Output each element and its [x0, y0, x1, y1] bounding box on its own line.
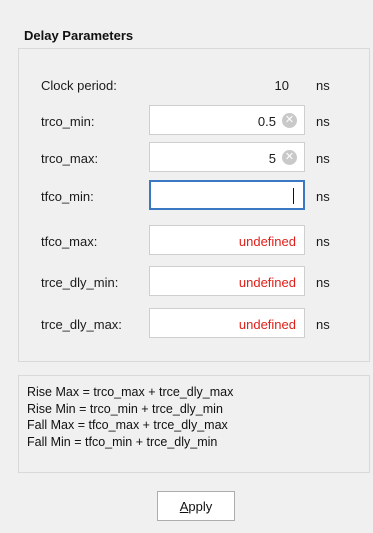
clock-period-unit: ns: [316, 78, 330, 93]
trco-min-unit: ns: [316, 114, 330, 129]
formula-rise-max: Rise Max = trco_max + trce_dly_max: [27, 385, 234, 399]
trco-min-label: trco_min:: [41, 114, 95, 129]
formula-fall-min: Fall Min = tfco_min + trce_dly_min: [27, 434, 218, 449]
trce-dly-max-label: trce_dly_max:: [41, 317, 122, 332]
trco-min-field[interactable]: 0.5 ✕: [149, 105, 305, 135]
text-caret: [293, 188, 294, 204]
formula-fall-max: Fall Max = tfco_max + trce_dly_max: [27, 418, 228, 432]
trce-dly-min-field[interactable]: undefined: [149, 266, 305, 296]
trco-max-value: 5: [268, 151, 276, 166]
trce-dly-min-row: trce_dly_min: undefined ns: [19, 266, 369, 298]
trco-max-unit: ns: [316, 151, 330, 166]
tfco-max-row: tfco_max: undefined ns: [19, 225, 369, 257]
trce-dly-min-value: undefined: [238, 275, 296, 290]
tfco-min-unit: ns: [316, 189, 330, 204]
delay-parameters-group: Clock period: 10 ns trco_min: 0.5 ✕ ns t…: [18, 48, 370, 362]
trco-max-label: trco_max:: [41, 151, 99, 166]
tfco-max-value: undefined: [238, 234, 296, 249]
clock-period-label: Clock period:: [41, 78, 117, 93]
tfco-max-label: tfco_max:: [41, 234, 98, 249]
clock-period-value: 10: [274, 78, 289, 93]
tfco-min-row: tfco_min: ns: [19, 180, 369, 212]
trce-dly-min-unit: ns: [316, 275, 330, 290]
trco-min-row: trco_min: 0.5 ✕ ns: [19, 105, 369, 137]
clear-icon[interactable]: ✕: [282, 113, 297, 128]
tfco-max-unit: ns: [316, 234, 330, 249]
clock-period-row: Clock period: 10 ns: [19, 69, 369, 101]
apply-label-rest: pply: [188, 499, 213, 514]
formula-box: Rise Max = trco_max + trce_dly_max Rise …: [18, 375, 370, 473]
trco-max-field[interactable]: 5 ✕: [149, 142, 305, 172]
clear-icon[interactable]: ✕: [282, 150, 297, 165]
trce-dly-min-label: trce_dly_min:: [41, 275, 119, 290]
tfco-min-field[interactable]: [149, 180, 305, 210]
tfco-max-field[interactable]: undefined: [149, 225, 305, 255]
trce-dly-max-field[interactable]: undefined: [149, 308, 305, 338]
trce-dly-max-unit: ns: [316, 317, 330, 332]
apply-button[interactable]: Apply: [157, 491, 235, 521]
trco-max-row: trco_max: 5 ✕ ns: [19, 142, 369, 174]
tfco-min-label: tfco_min:: [41, 189, 94, 204]
trco-min-value: 0.5: [257, 114, 276, 129]
formula-rise-min: Rise Min = trco_min + trce_dly_min: [27, 401, 223, 416]
trce-dly-max-row: trce_dly_max: undefined ns: [19, 308, 369, 340]
trce-dly-max-value: undefined: [238, 317, 296, 332]
panel-title: Delay Parameters: [24, 28, 134, 43]
